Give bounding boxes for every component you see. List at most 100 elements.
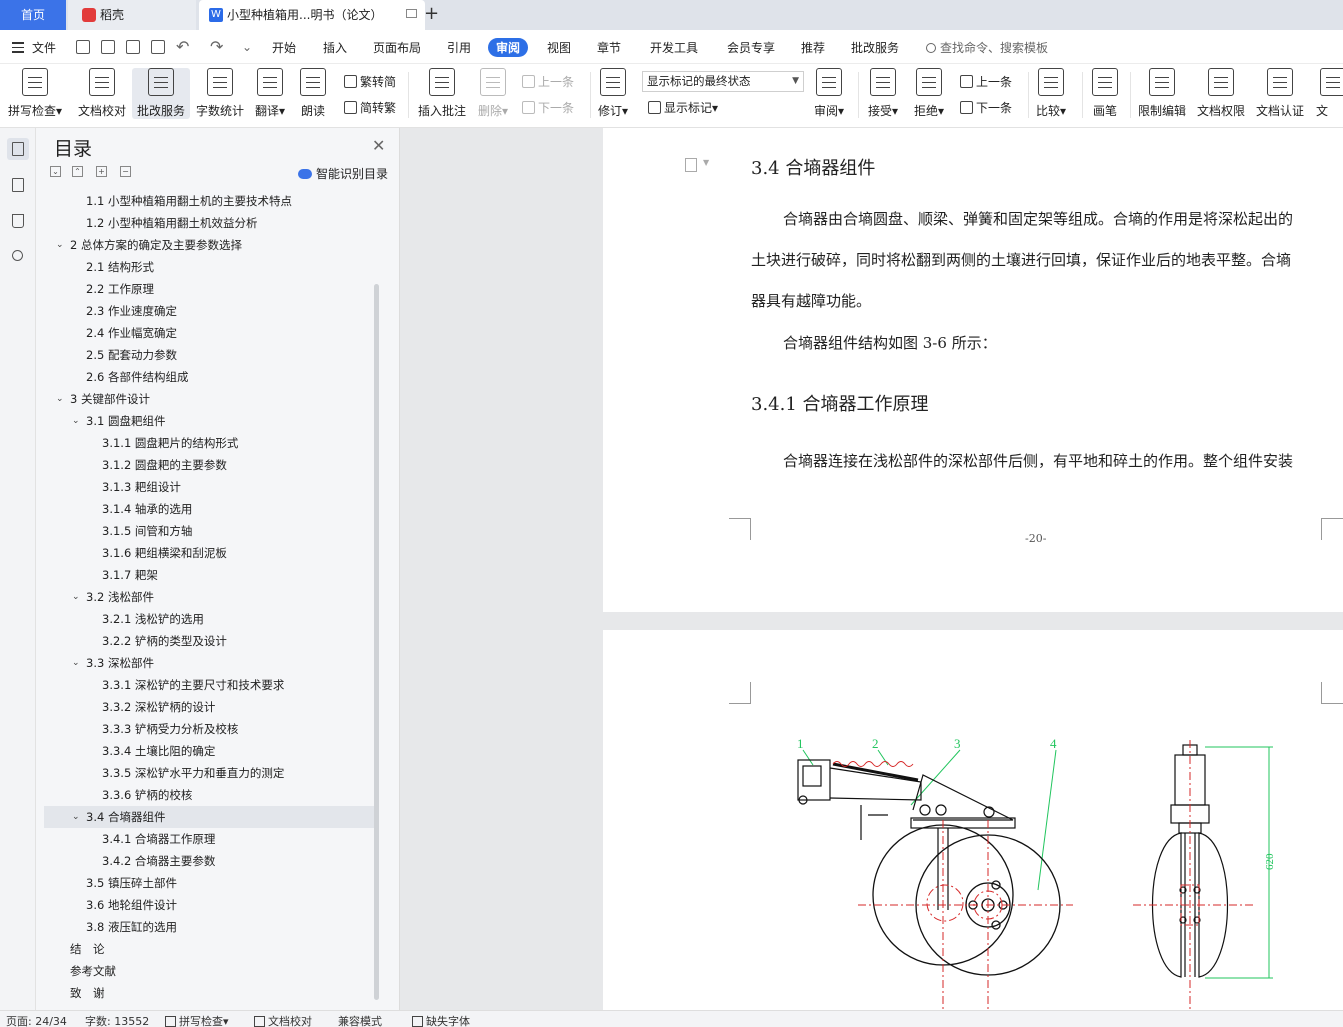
paragraph-marker-icon[interactable] bbox=[685, 158, 697, 172]
menu-review[interactable]: 审阅 bbox=[488, 38, 529, 57]
new-tab-plus-icon[interactable]: + bbox=[424, 3, 439, 24]
read-aloud-button[interactable]: 朗读 bbox=[300, 68, 326, 119]
toc-item[interactable]: 3.8 液压缸的选用 bbox=[44, 916, 374, 938]
toc-item[interactable]: 3.6 地轮组件设计 bbox=[44, 894, 374, 916]
toc-item[interactable]: 3.3.4 土壤比阻的确定 bbox=[44, 740, 374, 762]
toc-item[interactable]: 3.1.2 圆盘耙的主要参数 bbox=[44, 454, 374, 476]
proofread-status[interactable]: 文档校对 bbox=[254, 1013, 312, 1027]
toc-item[interactable]: 3.1.3 耙组设计 bbox=[44, 476, 374, 498]
toc-item[interactable]: 1.2 小型种植箱用翻土机效益分析 bbox=[44, 212, 374, 234]
correction-service-button[interactable]: 批改服务 bbox=[132, 68, 190, 119]
menu-recommend[interactable]: 推荐 bbox=[801, 39, 825, 56]
toc-item[interactable]: ⌄ 3.1 圆盘耙组件 bbox=[44, 410, 374, 432]
toc-item[interactable]: ⌄ 3.2 浅松部件 bbox=[44, 586, 374, 608]
toc-item[interactable]: 3.1.6 耙组横梁和刮泥板 bbox=[44, 542, 374, 564]
toc-item[interactable]: 3.4.1 合墒器工作原理 bbox=[44, 828, 374, 850]
toc-item[interactable]: 3.3.3 铲柄受力分析及校核 bbox=[44, 718, 374, 740]
toc-item[interactable]: 2.1 结构形式 bbox=[44, 256, 374, 278]
chevron-down-icon[interactable]: ⌄ bbox=[72, 652, 80, 674]
bookmark-button[interactable] bbox=[7, 210, 29, 232]
toc-item[interactable]: ⌄ 3 关键部件设计 bbox=[44, 388, 374, 410]
spell-check-status[interactable]: 拼写检查▾ bbox=[165, 1013, 229, 1027]
next-comment-button[interactable]: 下一条 bbox=[522, 99, 574, 116]
toc-item[interactable]: 3.1.1 圆盘耙片的结构形式 bbox=[44, 432, 374, 454]
toc-item[interactable]: 2.6 各部件结构组成 bbox=[44, 366, 374, 388]
toc-item[interactable]: 3.3.5 深松铲水平力和垂直力的测定 bbox=[44, 762, 374, 784]
document-page[interactable]: 1 2 3 4 620 bbox=[603, 630, 1343, 1010]
markup-mode-select[interactable]: 显示标记的最终状态 ▼ bbox=[642, 71, 804, 92]
paragraph-line[interactable]: 合墒器连接在浅松部件的深松部件后侧，有平地和碎土的作用。整个组件安装 bbox=[783, 450, 1293, 471]
export-pdf-icon[interactable] bbox=[101, 40, 115, 54]
chevron-down-icon[interactable]: ⌄ bbox=[72, 586, 80, 608]
close-icon[interactable]: ✕ bbox=[372, 136, 385, 155]
monitor-icon[interactable] bbox=[406, 9, 417, 18]
simp-to-trad-button[interactable]: 简转繁 bbox=[344, 99, 396, 116]
menu-correction[interactable]: 批改服务 bbox=[851, 39, 899, 56]
toc-item[interactable]: 2.3 作业速度确定 bbox=[44, 300, 374, 322]
tab-home[interactable]: 首页 bbox=[0, 0, 66, 30]
prev-change-button[interactable]: 上一条 bbox=[960, 73, 1012, 90]
command-search[interactable]: 查找命令、搜索模板 bbox=[926, 39, 1048, 56]
toc-item[interactable]: 2.4 作业幅宽确定 bbox=[44, 322, 374, 344]
chevron-down-icon[interactable]: ⌄ bbox=[72, 410, 80, 432]
delete-comment-button[interactable]: 删除▾ bbox=[478, 68, 508, 119]
harrow-assembly-figure[interactable]: 1 2 3 4 620 bbox=[773, 720, 1333, 1010]
doc-more-button[interactable]: 文 bbox=[1316, 68, 1343, 119]
missing-font-status[interactable]: 缺失字体 bbox=[412, 1013, 470, 1027]
accept-button[interactable]: 接受▾ bbox=[868, 68, 898, 119]
menu-insert[interactable]: 插入 bbox=[323, 39, 347, 56]
trad-to-simp-button[interactable]: 繁转简 bbox=[344, 73, 396, 90]
collapse-all-icon[interactable]: ⌄ bbox=[50, 166, 61, 177]
redo-icon[interactable]: ↷ bbox=[210, 37, 223, 56]
quick-access-more-icon[interactable]: ⌄ bbox=[242, 40, 252, 54]
heading-3-4[interactable]: 3.4 合墒器组件 bbox=[751, 154, 875, 180]
chapter-nav-button[interactable] bbox=[7, 174, 29, 196]
chevron-down-icon[interactable]: ⌄ bbox=[56, 388, 64, 410]
toc-item[interactable]: 3.1.4 轴承的选用 bbox=[44, 498, 374, 520]
toc-item[interactable]: 3.3.1 深松铲的主要尺寸和技术要求 bbox=[44, 674, 374, 696]
show-markup-button[interactable]: 显示标记▾ bbox=[648, 99, 718, 116]
menu-chapter[interactable]: 章节 bbox=[597, 39, 621, 56]
toc-item[interactable]: 致 谢 bbox=[44, 982, 374, 1004]
undo-icon[interactable]: ↶ bbox=[176, 37, 189, 56]
toc-item[interactable]: 3.3.2 深松铲柄的设计 bbox=[44, 696, 374, 718]
paragraph-line[interactable]: 合墒器组件结构如图 3-6 所示： bbox=[783, 332, 997, 353]
chevron-down-icon[interactable]: ⌄ bbox=[72, 806, 80, 828]
toc-pane-button[interactable] bbox=[7, 138, 29, 160]
menu-start[interactable]: 开始 bbox=[272, 39, 296, 56]
menu-member[interactable]: 会员专享 bbox=[727, 39, 775, 56]
toc-item[interactable]: 3.2.2 铲柄的类型及设计 bbox=[44, 630, 374, 652]
toc-item[interactable]: 2.2 工作原理 bbox=[44, 278, 374, 300]
paragraph-line[interactable]: 土块进行破碎，同时将松翻到两侧的土壤进行回填，保证作业后的地表平整。合墒 bbox=[751, 249, 1291, 270]
menu-file[interactable]: 文件 bbox=[32, 39, 56, 56]
insert-comment-button[interactable]: 插入批注 bbox=[418, 68, 466, 119]
spell-check-button[interactable]: 拼写检查▾ bbox=[8, 68, 62, 119]
next-change-button[interactable]: 下一条 bbox=[960, 99, 1012, 116]
compat-mode-status[interactable]: 兼容模式 bbox=[338, 1013, 382, 1027]
reject-button[interactable]: 拒绝▾ bbox=[914, 68, 944, 119]
restrict-edit-button[interactable]: 限制编辑 bbox=[1138, 68, 1186, 119]
tab-document[interactable]: W 小型种植箱用...明书（论文） bbox=[199, 0, 425, 30]
prev-comment-button[interactable]: 上一条 bbox=[522, 73, 574, 90]
toc-item[interactable]: 3.5 镇压碎土部件 bbox=[44, 872, 374, 894]
toc-item[interactable]: 2.5 配套动力参数 bbox=[44, 344, 374, 366]
page-indicator[interactable]: 页面: 24/34 bbox=[6, 1013, 67, 1027]
menu-page-layout[interactable]: 页面布局 bbox=[373, 39, 421, 56]
hamburger-menu-icon[interactable] bbox=[12, 42, 24, 56]
chevron-down-icon[interactable]: ⌄ bbox=[56, 234, 64, 256]
print-icon[interactable] bbox=[126, 40, 140, 54]
toc-item[interactable]: 1.1 小型种植箱用翻土机的主要技术特点 bbox=[44, 190, 374, 212]
find-button[interactable] bbox=[7, 246, 29, 268]
toc-item[interactable]: 3.1.7 耙架 bbox=[44, 564, 374, 586]
document-area[interactable]: ▼ 3.4 合墒器组件 合墒器由合墒圆盘、顺梁、弹簧和固定架等组成。合墒的作用是… bbox=[400, 128, 1343, 1010]
toc-item[interactable]: ⌄ 2 总体方案的确定及主要参数选择 bbox=[44, 234, 374, 256]
toc-item[interactable]: 参考文献 bbox=[44, 960, 374, 982]
translate-button[interactable]: 翻译▾ bbox=[255, 68, 285, 119]
heading-3-4-1[interactable]: 3.4.1 合墒器工作原理 bbox=[751, 390, 929, 416]
menu-developer[interactable]: 开发工具 bbox=[650, 39, 698, 56]
toc-item[interactable]: ⌄ 3.3 深松部件 bbox=[44, 652, 374, 674]
remove-heading-icon[interactable]: − bbox=[120, 166, 131, 177]
toc-item[interactable]: 3.2.1 浅松铲的选用 bbox=[44, 608, 374, 630]
pen-button[interactable]: 画笔 bbox=[1092, 68, 1118, 119]
print-preview-icon[interactable] bbox=[151, 40, 165, 54]
